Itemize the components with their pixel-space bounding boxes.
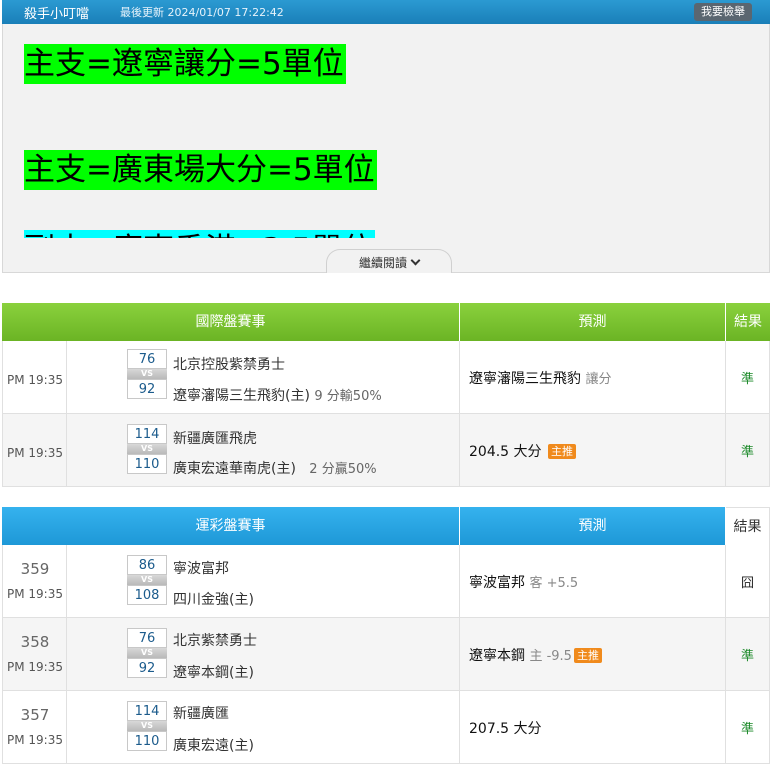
- table-row: 357 PM 19:35 114 VS 110 新疆廣匯 廣東宏遠(主) 207…: [2, 691, 770, 764]
- game-number: 357: [20, 706, 50, 724]
- result-label: 準: [740, 445, 754, 460]
- game-time: PM 19:35: [7, 373, 63, 387]
- away-team[interactable]: 寧波富邦: [173, 558, 229, 578]
- game-time: PM 19:35: [7, 733, 63, 747]
- vs-label: VS: [127, 369, 167, 379]
- vs-label: VS: [127, 648, 167, 658]
- home-score: 92: [127, 379, 167, 399]
- home-team[interactable]: 廣東宏遠(主): [173, 735, 254, 755]
- away-score: 114: [127, 424, 167, 444]
- vs-label: VS: [127, 721, 167, 731]
- result-label: 準: [740, 722, 754, 737]
- result-label: 準: [740, 649, 754, 664]
- result-label: 囧: [740, 576, 754, 591]
- featured-badge: 主推: [573, 648, 602, 663]
- prediction-pick: 204.5 大分: [469, 444, 542, 460]
- header-prediction: 預測: [460, 303, 726, 341]
- prediction-line: 客 +5.5: [529, 576, 579, 591]
- score-box: 114 VS 110: [127, 701, 167, 751]
- table-row: PM 19:35 76 VS 92 北京控股紫禁勇士 遼寧瀋陽三生飛豹(主) 9…: [2, 341, 770, 414]
- home-team[interactable]: 遼寧本鋼(主): [173, 662, 254, 682]
- chevron-down-icon: [410, 255, 421, 266]
- away-team[interactable]: 新疆廣匯: [173, 703, 229, 723]
- international-table: 國際盤賽事 預測 結果 PM 19:35 76 VS 92 北京控股紫禁勇士 遼…: [2, 303, 770, 487]
- prediction-type: 讓分: [585, 372, 612, 387]
- away-team[interactable]: 北京控股紫禁勇士: [173, 354, 285, 374]
- header-match: 運彩盤賽事: [2, 507, 460, 545]
- home-team[interactable]: 廣東宏遠華南虎(主): [173, 461, 296, 477]
- prediction-pick: 寧波富邦: [469, 575, 525, 591]
- report-button[interactable]: 我要檢舉: [694, 3, 752, 21]
- game-time: PM 19:35: [7, 587, 63, 601]
- lottery-table: 運彩盤賽事 預測 結果 359 PM 19:35 86 VS 108 寧波富邦 …: [2, 507, 770, 764]
- home-score: 110: [127, 731, 167, 751]
- vs-label: VS: [127, 575, 167, 585]
- author-name[interactable]: 殺手小叮噹: [24, 3, 89, 22]
- result-label: 準: [740, 372, 754, 387]
- away-score: 76: [127, 349, 167, 369]
- home-score: 108: [127, 585, 167, 605]
- table-row: 359 PM 19:35 86 VS 108 寧波富邦 四川金強(主) 寧波富邦…: [2, 545, 770, 618]
- home-score: 92: [127, 658, 167, 678]
- handicap-result: 9 分輸50%: [314, 389, 382, 404]
- featured-badge: 主推: [547, 444, 576, 459]
- home-team[interactable]: 遼寧瀋陽三生飛豹(主): [173, 388, 310, 404]
- game-time: PM 19:35: [7, 660, 63, 674]
- header-result: 結果: [726, 303, 770, 341]
- highlight-line-2: 主支=廣東場大分=5單位: [24, 150, 377, 190]
- header-match: 國際盤賽事: [2, 303, 460, 341]
- handicap-result: 2 分贏50%: [309, 462, 377, 477]
- home-team[interactable]: 四川金強(主): [173, 589, 254, 609]
- last-updated: 最後更新 2024/01/07 17:22:42: [120, 6, 284, 19]
- away-score: 86: [127, 555, 167, 575]
- post-preview: 主支=遼寧讓分=5單位 主支=廣東場大分=5單位 副支=廣東香港=3.5單位: [2, 24, 770, 273]
- table-row: PM 19:35 114 VS 110 新疆廣匯飛虎 廣東宏遠華南虎(主) 2 …: [2, 414, 770, 487]
- table-row: 358 PM 19:35 76 VS 92 北京紫禁勇士 遼寧本鋼(主) 遼寧本…: [2, 618, 770, 691]
- vs-label: VS: [127, 444, 167, 454]
- read-more-button[interactable]: 繼續閱讀: [326, 249, 452, 273]
- prediction-pick: 遼寧本鋼: [469, 648, 525, 664]
- score-box: 86 VS 108: [127, 555, 167, 605]
- table-header: 運彩盤賽事 預測 結果: [2, 507, 770, 545]
- away-team[interactable]: 新疆廣匯飛虎: [173, 428, 257, 448]
- read-more-label: 繼續閱讀: [358, 256, 407, 270]
- highlight-line-3: 副支=廣東香港=3.5單位: [24, 230, 376, 238]
- score-box: 76 VS 92: [127, 349, 167, 399]
- header-result: 結果: [726, 507, 770, 545]
- prediction-pick: 遼寧瀋陽三生飛豹: [469, 371, 581, 387]
- score-box: 76 VS 92: [127, 628, 167, 678]
- game-number: 358: [20, 633, 50, 651]
- home-score: 110: [127, 454, 167, 474]
- game-number: 359: [20, 560, 50, 578]
- away-score: 76: [127, 628, 167, 648]
- header-bar: 殺手小叮噹 最後更新 2024/01/07 17:22:42 我要檢舉: [2, 0, 770, 24]
- prediction-pick: 207.5 大分: [469, 721, 542, 737]
- prediction-line: 主 -9.5: [529, 649, 572, 664]
- away-team[interactable]: 北京紫禁勇士: [173, 630, 257, 650]
- away-score: 114: [127, 701, 167, 721]
- game-time: PM 19:35: [7, 446, 63, 460]
- header-prediction: 預測: [460, 507, 726, 545]
- highlight-line-1: 主支=遼寧讓分=5單位: [24, 44, 346, 84]
- score-box: 114 VS 110: [127, 424, 167, 474]
- table-header: 國際盤賽事 預測 結果: [2, 303, 770, 341]
